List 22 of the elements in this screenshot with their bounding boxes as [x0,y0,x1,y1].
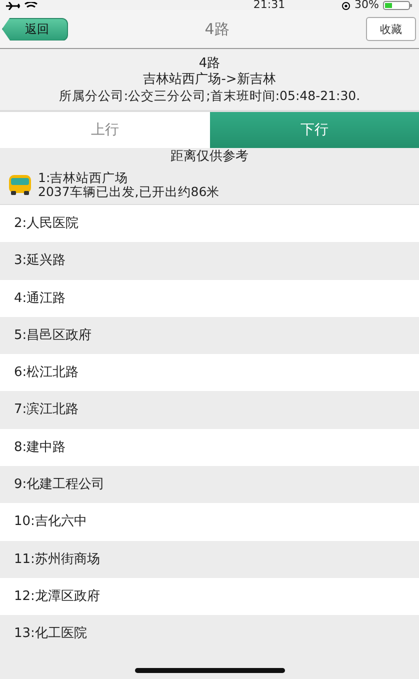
battery-percent: 30% [354,0,379,10]
stop-item[interactable]: 8:建中路 [0,428,419,466]
favorite-button[interactable]: 收藏 [366,17,416,41]
stop-item[interactable]: 12:龙潭区政府 [0,578,419,616]
status-time: 21:31 [252,0,286,10]
home-indicator[interactable] [134,668,284,673]
back-button[interactable]: 返回 [2,18,68,40]
direction-tab[interactable]: 上行 [0,112,210,148]
bus-icon [8,174,32,196]
bus-stop-name: 1:吉林站西广场 [38,171,130,185]
route-info: 所属分公司:公交三分公司;首末班时间:05:48-21:30. [58,88,360,104]
stop-item[interactable]: 6:松江北路 [0,354,419,392]
wifi-icon [24,2,38,10]
lock-rotation-icon [340,2,351,10]
nav-title: 4路 [204,20,230,38]
route-direction: 吉林站西广场->新吉林 [143,72,276,88]
airplane-icon [6,2,20,10]
route-name: 4路 [198,56,220,72]
stop-item[interactable]: 2:人民医院 [0,205,419,242]
stop-item[interactable]: 4:通江路 [0,280,419,317]
bus-status: 2037车辆已出发,已开出约86米 [38,185,220,199]
stop-item[interactable]: 10:吉化六中 [0,503,419,541]
